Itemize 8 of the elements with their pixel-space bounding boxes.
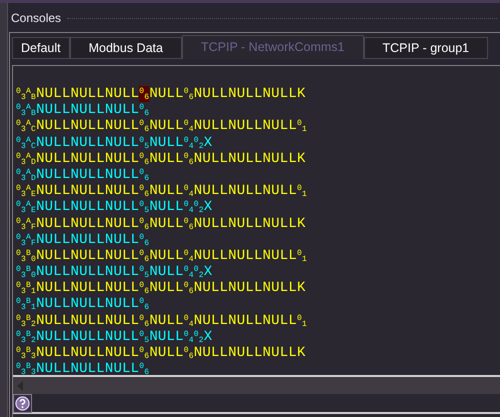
horizontal-scrollbar[interactable] [13, 377, 500, 394]
help-icon [15, 396, 30, 410]
help-button[interactable] [13, 394, 32, 412]
console-tab[interactable]: Default [12, 37, 70, 59]
console-tab[interactable]: Modbus Data [70, 37, 182, 59]
console-tab[interactable]: TCPIP - group1 [364, 37, 488, 59]
panel-title: Consoles [11, 12, 62, 24]
scroll-left-icon[interactable] [17, 380, 23, 390]
